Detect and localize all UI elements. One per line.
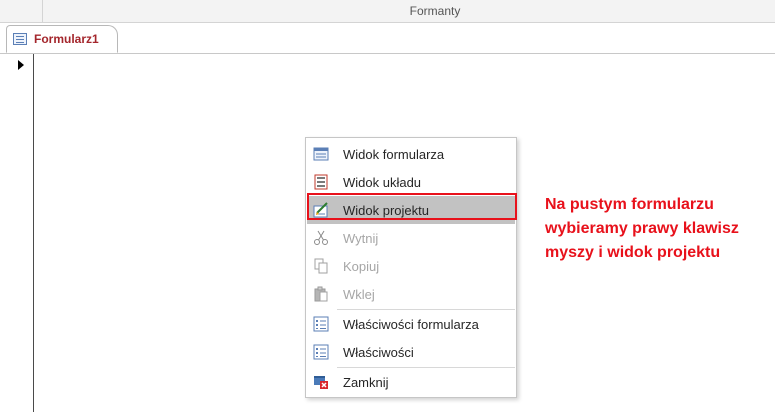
menu-item-label: Widok formularza (343, 147, 445, 162)
menu-item-label: Widok układu (343, 175, 422, 190)
menu-item-properties[interactable]: Właściwości (307, 338, 515, 366)
menu-item-label: Właściwości formularza (343, 317, 479, 332)
menu-item-label: Kopiuj (343, 259, 380, 274)
record-pointer-icon (18, 60, 24, 70)
context-menu: Widok formularza Widok układu Widok proj… (305, 137, 517, 398)
document-tab-bar: Formularz1 (0, 23, 775, 54)
document-tab-label: Formularz1 (34, 32, 99, 46)
menu-item-label: Wklej (343, 287, 375, 302)
layout-view-icon (314, 174, 328, 190)
menu-item-label: Właściwości (343, 345, 414, 360)
menu-item-form-view[interactable]: Widok formularza (307, 140, 515, 168)
scissors-icon (314, 230, 328, 245)
ribbon-group-label: Formanty (409, 4, 461, 18)
menu-item-copy[interactable]: Kopiuj (307, 252, 515, 280)
menu-item-layout-view[interactable]: Widok układu (307, 168, 515, 196)
annotation-text: Na pustym formularzu wybieramy prawy kla… (545, 196, 739, 261)
annotation-highlight-box (307, 193, 517, 220)
menu-item-label: Zamknij (343, 375, 389, 390)
form-icon (13, 33, 27, 45)
paste-icon (314, 286, 328, 302)
menu-item-label: Wytnij (343, 231, 379, 246)
menu-item-close[interactable]: Zamknij (307, 368, 515, 396)
close-form-icon (314, 376, 328, 389)
form-view-icon (313, 147, 329, 161)
menu-item-cut[interactable]: Wytnij (307, 224, 515, 252)
copy-icon (314, 258, 328, 274)
ribbon-strip: Formanty (0, 0, 775, 23)
menu-item-paste[interactable]: Wklej (307, 280, 515, 308)
document-tab-formularz1[interactable]: Formularz1 (6, 25, 118, 53)
form-properties-icon (313, 316, 329, 332)
ribbon-divider (42, 0, 43, 22)
properties-icon (313, 344, 329, 360)
menu-item-form-properties[interactable]: Właściwości formularza (307, 310, 515, 338)
record-selector-bar (33, 54, 34, 412)
